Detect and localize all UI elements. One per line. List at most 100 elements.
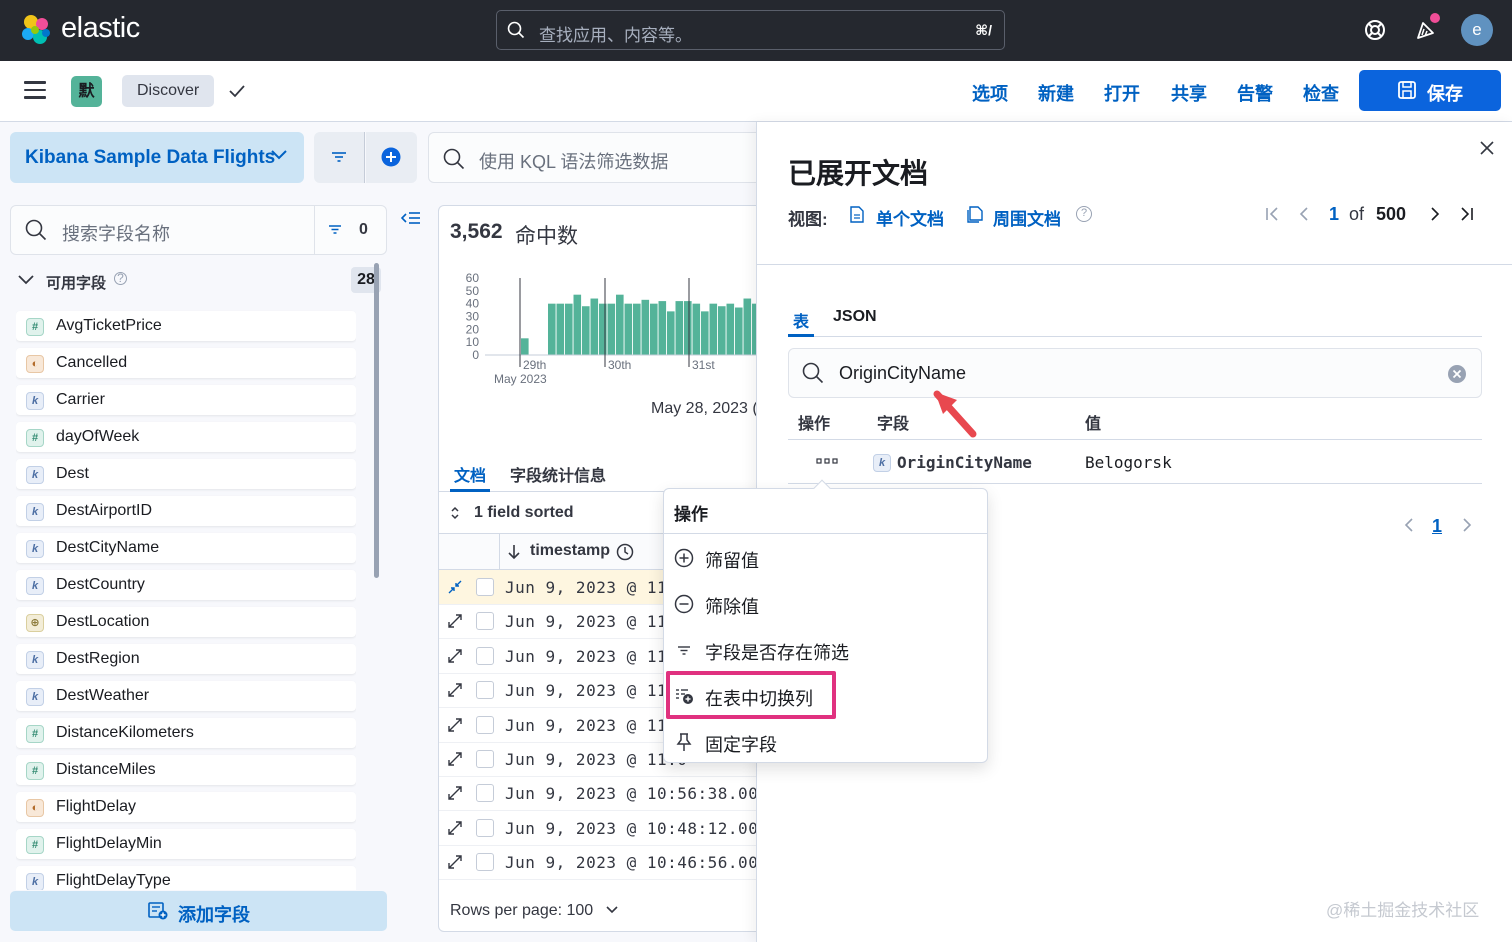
histogram-bar[interactable]: [624, 303, 633, 355]
save-button[interactable]: 保存: [1359, 70, 1501, 111]
expand-row-icon[interactable]: [447, 751, 463, 767]
expand-row-icon[interactable]: [447, 854, 463, 870]
field-list-item[interactable]: k DestRegion: [16, 641, 356, 678]
filter-icon[interactable]: [328, 224, 342, 235]
histogram-bar[interactable]: [521, 338, 529, 355]
histogram-bar[interactable]: [590, 298, 599, 355]
arrow-down-icon[interactable]: [507, 544, 521, 560]
close-icon[interactable]: [1479, 140, 1495, 156]
field-list-item[interactable]: # FlightDelayMin: [16, 826, 356, 863]
row-checkbox[interactable]: [476, 715, 494, 734]
filter-exists-item[interactable]: 字段是否存在筛选: [664, 627, 987, 671]
histogram-bar[interactable]: [658, 301, 667, 355]
row-checkbox[interactable]: [476, 853, 494, 872]
histogram-bar[interactable]: [582, 306, 590, 355]
histogram-bar[interactable]: [692, 303, 701, 355]
last-page-icon[interactable]: [1459, 206, 1475, 222]
collapse-sidebar-icon[interactable]: [401, 210, 421, 226]
field-list-item[interactable]: ◐ FlightDelay: [16, 789, 356, 826]
tab-field-statistics[interactable]: 字段统计信息: [510, 462, 606, 486]
user-avatar[interactable]: e: [1461, 14, 1493, 46]
histogram-bar[interactable]: [667, 311, 675, 355]
share-link[interactable]: 共享: [1171, 80, 1207, 106]
help-lifebuoy-icon[interactable]: [1363, 18, 1387, 42]
histogram-bar[interactable]: [684, 301, 692, 355]
alerts-link[interactable]: 告警: [1237, 80, 1273, 106]
row-checkbox[interactable]: [476, 646, 494, 665]
field-list-item[interactable]: ⊕ DestLocation: [16, 604, 356, 641]
expand-row-icon[interactable]: [447, 682, 463, 698]
tab-table[interactable]: 表: [793, 308, 809, 332]
histogram-bar[interactable]: [548, 303, 556, 355]
histogram-bar[interactable]: [565, 303, 573, 355]
histogram-bar[interactable]: [701, 311, 709, 355]
menu-toggle-icon[interactable]: [24, 81, 46, 99]
global-search-input[interactable]: 查找应用、内容等。 ⌘/: [496, 10, 1005, 50]
tab-json[interactable]: JSON: [833, 308, 877, 326]
filter-out-value-item[interactable]: 筛除值: [664, 581, 987, 625]
histogram-bar[interactable]: [709, 303, 718, 355]
table-row[interactable]: Jun 9, 2023 @ 10:48:12.000: [439, 811, 767, 846]
previous-page-icon[interactable]: [1298, 206, 1310, 222]
kql-query-input[interactable]: 使用 KQL 语法筛选数据: [428, 132, 758, 183]
collapse-row-icon[interactable]: [447, 579, 463, 595]
histogram-bar[interactable]: [573, 294, 582, 355]
available-fields-header[interactable]: 可用字段 ? 28: [10, 265, 385, 297]
histogram-bar[interactable]: [633, 303, 641, 355]
timestamp-column-header[interactable]: timestamp: [530, 542, 610, 560]
histogram-bar[interactable]: [650, 303, 658, 355]
options-link[interactable]: 选项: [972, 80, 1008, 106]
field-list-item[interactable]: # DistanceMiles: [16, 752, 356, 789]
expand-row-icon[interactable]: [447, 648, 463, 664]
data-view-picker[interactable]: Kibana Sample Data Flights: [10, 132, 304, 183]
surrounding-documents-link[interactable]: 周围文档: [993, 205, 1061, 230]
histogram-bar[interactable]: [743, 298, 752, 355]
filter-menu-button[interactable]: [314, 132, 365, 183]
check-icon[interactable]: [228, 83, 246, 99]
histogram-bar[interactable]: [735, 307, 743, 355]
previous-page-icon[interactable]: [1403, 517, 1415, 533]
new-link[interactable]: 新建: [1038, 80, 1074, 106]
field-list-item[interactable]: k DestCountry: [16, 567, 356, 604]
page-1-link[interactable]: 1: [1432, 516, 1442, 537]
more-actions-icon[interactable]: [816, 458, 838, 464]
histogram-bar[interactable]: [675, 301, 684, 355]
open-link[interactable]: 打开: [1104, 80, 1140, 106]
row-checkbox[interactable]: [476, 784, 494, 803]
field-list-item[interactable]: k FlightDelayType: [16, 863, 356, 890]
histogram-bar[interactable]: [726, 303, 735, 355]
field-list-item[interactable]: k Dest: [16, 456, 356, 493]
field-list-item[interactable]: k DestWeather: [16, 678, 356, 715]
elastic-logo[interactable]: [18, 12, 54, 48]
row-checkbox[interactable]: [476, 681, 494, 700]
histogram-bar[interactable]: [641, 299, 650, 355]
sidebar-scrollbar[interactable]: [374, 263, 379, 578]
space-avatar[interactable]: 默: [71, 76, 102, 107]
histogram-bar[interactable]: [718, 306, 726, 355]
expand-row-icon[interactable]: [447, 717, 463, 733]
first-page-icon[interactable]: [1265, 206, 1281, 222]
row-checkbox[interactable]: [476, 818, 494, 837]
histogram-chart[interactable]: 605040302010029thMay 202330th 31st: [457, 270, 768, 390]
row-checkbox[interactable]: [476, 612, 494, 631]
field-list-item[interactable]: k Carrier: [16, 382, 356, 419]
add-filter-button[interactable]: [366, 132, 417, 183]
field-list-item[interactable]: ◐ Cancelled: [16, 345, 356, 382]
next-page-icon[interactable]: [1429, 206, 1441, 222]
rows-per-page-select[interactable]: Rows per page: 100: [450, 902, 618, 920]
help-icon[interactable]: ?: [1076, 206, 1092, 222]
field-list-item[interactable]: # DistanceKilometers: [16, 715, 356, 752]
expand-row-icon[interactable]: [447, 613, 463, 629]
field-list-item[interactable]: # dayOfWeek: [16, 419, 356, 456]
field-list-item[interactable]: k DestAirportID: [16, 493, 356, 530]
pin-field-item[interactable]: 固定字段: [664, 719, 987, 763]
field-list-item[interactable]: k DestCityName: [16, 530, 356, 567]
breadcrumb-discover[interactable]: Discover: [122, 75, 215, 107]
add-field-button[interactable]: 添加字段: [10, 891, 387, 931]
field-list-item[interactable]: # AvgTicketPrice: [16, 308, 356, 345]
row-checkbox[interactable]: [476, 750, 494, 768]
table-row[interactable]: Jun 9, 2023 @ 10:46:56.000: [439, 845, 767, 881]
field-search-input[interactable]: 搜索字段名称 0: [10, 205, 387, 255]
inspect-link[interactable]: 检查: [1303, 80, 1339, 106]
help-icon[interactable]: ?: [114, 272, 127, 285]
